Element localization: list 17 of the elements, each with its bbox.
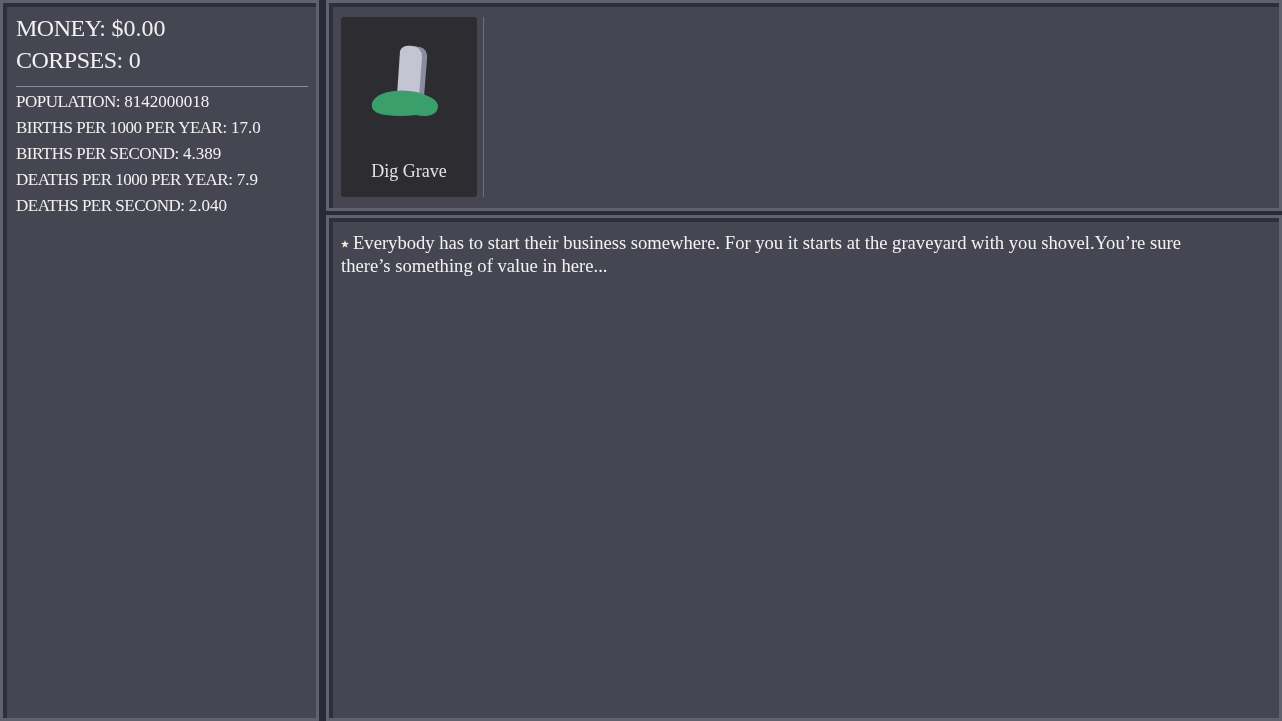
resource-value: 0	[128, 47, 141, 73]
resource-label: CORPSES:	[16, 47, 123, 73]
resource-label: MONEY:	[16, 15, 106, 41]
dig-grave-button[interactable]: Dig Grave	[341, 17, 477, 197]
stat-value: 4.389	[183, 144, 222, 163]
stat-label: DEATHS PER 1000 PER YEAR:	[16, 170, 233, 189]
log-message: Everybody has to start their business somewhere. For you it starts at the graveyard with you shovel.You’re sure there’s something of value in here...	[341, 231, 1182, 277]
stat-value: 17.0	[230, 118, 261, 137]
stat-value: 8142000018	[124, 92, 210, 111]
stat-value: 2.040	[188, 196, 228, 215]
stat-label: BIRTHS PER 1000 PER YEAR:	[16, 118, 227, 137]
stat-value: 7.9	[236, 170, 258, 189]
stat-label: POPULATION:	[16, 92, 121, 111]
star-icon	[341, 240, 349, 248]
stat-label: BIRTHS PER SECOND:	[16, 144, 179, 163]
resource-value: $0.00	[111, 15, 166, 41]
stat-label: DEATHS PER SECOND:	[16, 196, 185, 215]
